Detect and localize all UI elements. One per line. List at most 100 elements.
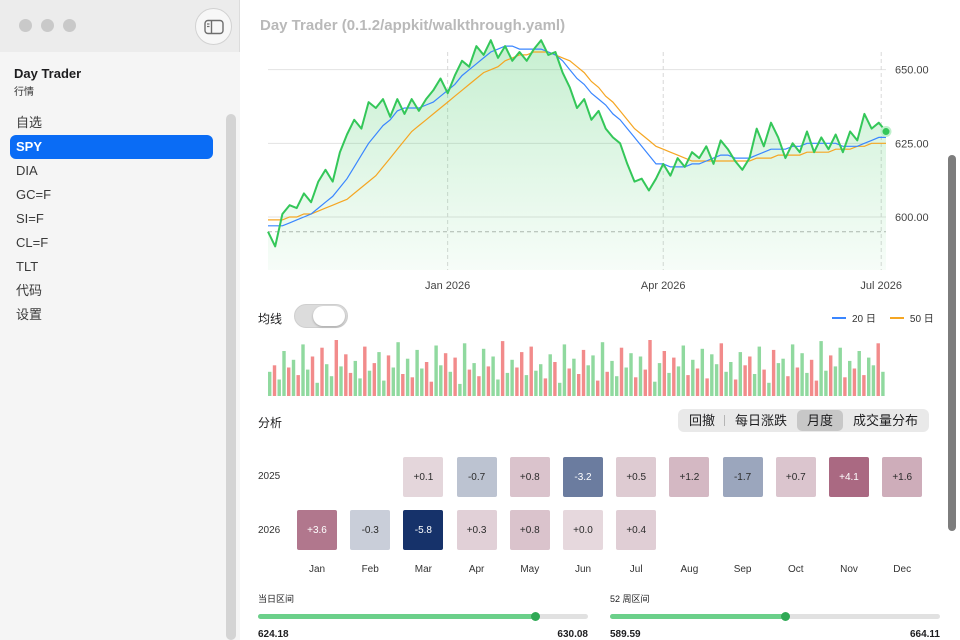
volume-bar <box>757 346 762 396</box>
year-label-2025: 2025 <box>258 471 281 482</box>
app-title: Day Trader <box>14 66 82 81</box>
volume-bar <box>296 375 300 396</box>
sidebar-item-tlt[interactable]: TLT <box>10 255 213 279</box>
volume-bar <box>605 371 609 396</box>
heatmap-cell[interactable]: -0.7 <box>456 457 497 497</box>
heatmap-cell[interactable]: -5.8 <box>403 510 444 550</box>
sidebar-scrollbar[interactable] <box>226 114 236 640</box>
volume-bar <box>814 380 819 396</box>
volume-bar <box>477 376 481 396</box>
heatmap-cell[interactable]: +0.7 <box>775 457 816 497</box>
volume-bar <box>790 344 795 396</box>
sidebar-toggle-button[interactable] <box>195 8 232 45</box>
volume-bar <box>600 342 605 396</box>
volume-bar <box>857 351 861 396</box>
toggle-knob[interactable] <box>313 306 345 326</box>
volume-bar <box>638 356 643 396</box>
heatmap-cell[interactable]: +0.8 <box>509 510 550 550</box>
volume-bar <box>391 367 396 396</box>
heatmap-cell[interactable]: +0.3 <box>456 510 497 550</box>
minimize-window-button[interactable] <box>41 19 54 32</box>
heatmap-cell[interactable]: +0.5 <box>616 457 657 497</box>
volume-bar <box>619 347 624 396</box>
volume-bar <box>401 374 405 396</box>
sidebar-item-settings[interactable]: 设置 <box>10 303 213 327</box>
heatmap-cell[interactable]: -0.3 <box>350 510 391 550</box>
tab-volume-profile[interactable]: 成交量分布 <box>843 410 928 431</box>
heatmap-cell[interactable]: +0.4 <box>616 510 657 550</box>
volume-bar <box>377 352 381 396</box>
y-tick-label: 600.00 <box>895 212 929 224</box>
volume-bar <box>695 368 700 396</box>
volume-bar <box>800 353 804 396</box>
sidebar: Day Trader 行情 自选 SPY DIA GC=F SI=F CL=F … <box>0 0 240 640</box>
volume-bar <box>548 354 552 396</box>
window-controls <box>19 19 76 32</box>
volume-bar <box>287 367 291 396</box>
heatmap-cell[interactable]: +0.8 <box>509 457 550 497</box>
chart-legend: 20 日 50 日 <box>832 310 934 325</box>
volume-bar <box>520 352 524 396</box>
month-label: Mar <box>414 564 432 575</box>
heatmap-cell[interactable]: +0.0 <box>563 510 603 550</box>
moving-average-toggle[interactable] <box>294 304 348 328</box>
sidebar-item-symbols[interactable]: 代码 <box>10 279 213 303</box>
close-window-button[interactable] <box>19 19 32 32</box>
volume-bar <box>282 351 286 396</box>
volume-bar <box>752 374 757 396</box>
zoom-window-button[interactable] <box>63 19 76 32</box>
heatmap-cell[interactable]: +1.2 <box>669 457 710 497</box>
month-label: Apr <box>468 564 485 575</box>
heatmap-cell[interactable]: +4.1 <box>829 457 869 497</box>
tab-drawdown[interactable]: 回撤 <box>679 410 726 431</box>
volume-bar <box>643 369 648 396</box>
volume-bar <box>272 365 277 396</box>
volume-bar <box>705 378 709 396</box>
last-price-dot[interactable] <box>880 126 892 138</box>
volume-bar <box>558 382 562 396</box>
heatmap-cell[interactable]: -1.7 <box>722 457 763 497</box>
tab-monthly[interactable]: 月度 <box>797 410 844 431</box>
volume-bar <box>500 341 505 396</box>
y-tick-label: 650.00 <box>895 65 929 77</box>
week52-range-title: 52 周区间 <box>610 594 650 604</box>
volume-bar <box>871 365 876 396</box>
heatmap-cell[interactable]: -3.2 <box>563 457 603 497</box>
volume-bar <box>795 367 800 396</box>
heatmap-cell[interactable]: +3.6 <box>297 510 337 550</box>
sidebar-item-spy[interactable]: SPY <box>10 135 213 159</box>
sidebar-item-gc-f[interactable]: GC=F <box>10 183 213 207</box>
volume-bar <box>306 369 310 396</box>
volume-bar <box>439 365 443 396</box>
volume-bar <box>405 358 410 396</box>
week52-range-marker <box>780 612 790 621</box>
day-range: 当日区间 624.18 630.08 <box>258 592 588 640</box>
main-scrollbar[interactable] <box>948 155 956 531</box>
volume-bar <box>667 372 671 396</box>
volume-bar <box>458 383 462 396</box>
sidebar-item-si-f[interactable]: SI=F <box>10 207 213 231</box>
heatmap-cell[interactable]: +0.1 <box>403 457 444 497</box>
main-content: Day Trader (0.1.2/appkit/walkthrough.yam… <box>240 0 960 640</box>
volume-bar <box>268 371 272 396</box>
volume-bar <box>648 340 652 396</box>
volume-bar <box>862 375 866 396</box>
volume-bar <box>805 372 809 396</box>
volume-bar <box>344 354 348 396</box>
sidebar-item-watchlist[interactable]: 自选 <box>10 111 213 135</box>
month-label: Nov <box>840 564 858 575</box>
sidebar-item-dia[interactable]: DIA <box>10 159 213 183</box>
volume-bar <box>515 367 519 396</box>
sidebar-nav: 自选 SPY DIA GC=F SI=F CL=F TLT 代码 设置 <box>10 111 213 327</box>
volume-bar <box>662 351 667 396</box>
volume-bar <box>724 371 728 396</box>
week52-range: 52 周区间 589.59 664.11 <box>610 592 940 640</box>
sidebar-item-cl-f[interactable]: CL=F <box>10 231 213 255</box>
volume-bar <box>700 348 705 396</box>
tab-daily-change[interactable]: 每日涨跌 <box>725 410 797 431</box>
volume-bar <box>615 376 619 396</box>
volume-bar <box>491 356 495 396</box>
volume-bar <box>786 376 790 396</box>
volume-bar <box>767 382 771 396</box>
heatmap-cell[interactable]: +1.6 <box>882 457 923 497</box>
